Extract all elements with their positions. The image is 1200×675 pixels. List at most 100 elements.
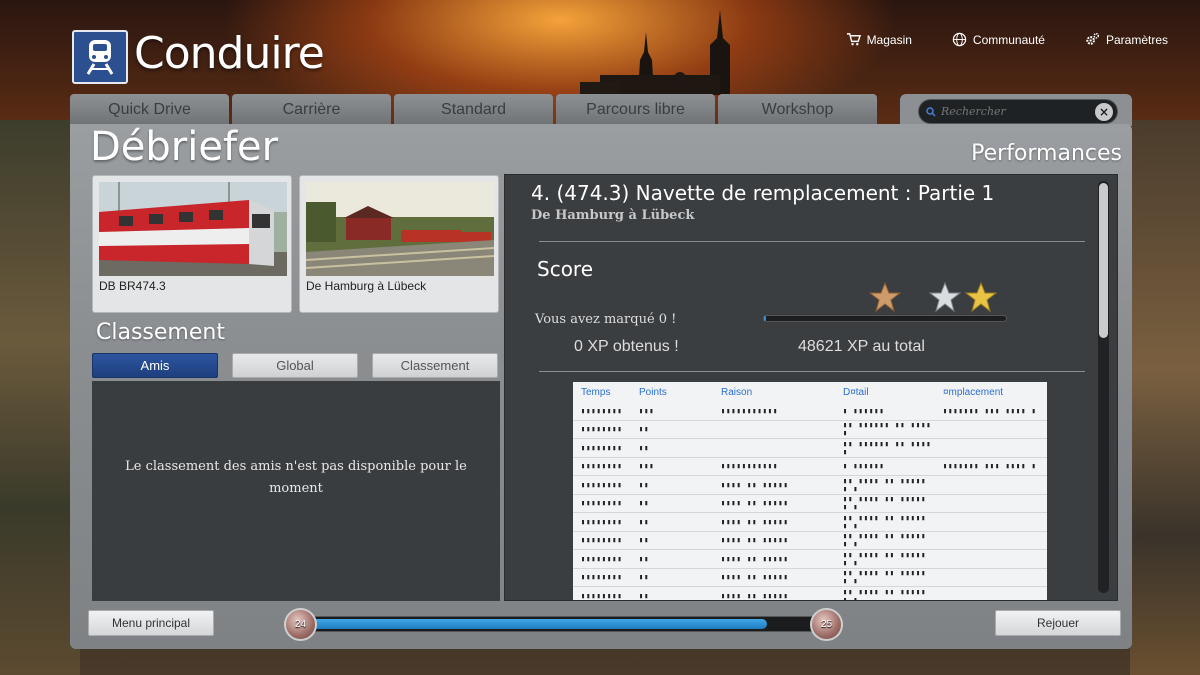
current-level-badge: 24 [284, 608, 317, 641]
cell-location: ▮▮▮▮▮▮▮ ▮▮▮ ▮▮▮▮ ▮ [943, 406, 1037, 415]
cell-detail: ▮▮ ▮▮▮▮ ▮▮ ▮▮▮▮▮ ▮ ▮ [843, 476, 927, 493]
cell-time: ▮▮▮▮▮▮▮▮ [581, 480, 623, 489]
cell-detail: ▮▮ ▮▮▮▮ ▮▮ ▮▮▮▮▮ ▮ ▮ [843, 513, 927, 530]
next-level-badge: 25 [810, 608, 843, 641]
col-location: ¤mplacement [943, 386, 1004, 398]
cell-detail: ▮▮ ▮▮▮▮▮▮ ▮▮ ▮▮▮▮ ▮ [843, 439, 932, 456]
table-row: ▮▮▮▮▮▮▮▮ ▮▮ ▮▮▮▮ ▮▮ ▮▮▮▮▮ ▮▮ ▮▮▮▮ ▮▮ ▮▮▮▮▮ … [573, 476, 1047, 495]
performance-panel: 4. (474.3) Navette de remplacement : Par… [504, 174, 1118, 601]
gold-star-icon [965, 281, 997, 313]
silver-star-icon [929, 281, 961, 313]
app-logo [72, 30, 128, 84]
cell-points: ▮▮▮ [639, 462, 655, 471]
settings-link-label: Paramètres [1105, 32, 1168, 47]
search-icon [926, 106, 936, 117]
cell-points: ▮▮▮ [639, 406, 655, 415]
cell-reason: ▮▮▮▮▮▮▮▮▮▮▮ [721, 462, 779, 471]
cell-time: ▮▮▮▮▮▮▮▮ [581, 536, 623, 545]
table-row: ▮▮▮▮▮▮▮▮ ▮▮ ▮▮ ▮▮▮▮▮▮ ▮▮ ▮▮▮▮ ▮ [573, 439, 1047, 458]
score-heading: Score [537, 257, 594, 281]
score-progress-bar [763, 315, 1007, 322]
table-row: ▮▮▮▮▮▮▮▮ ▮▮ ▮▮▮▮ ▮▮ ▮▮▮▮▮ ▮▮ ▮▮▮▮ ▮▮ ▮▮▮▮▮ … [573, 587, 1047, 601]
score-text: Vous avez marqué 0 ! [535, 312, 677, 327]
cell-time: ▮▮▮▮▮▮▮▮ [581, 406, 623, 415]
col-detail: D¤tail [843, 386, 869, 398]
search-input[interactable] [941, 105, 1091, 118]
cell-points: ▮▮ [639, 536, 650, 545]
table-row: ▮▮▮▮▮▮▮▮ ▮▮ ▮▮ ▮▮▮▮▮▮ ▮▮ ▮▮▮▮ ▮ [573, 421, 1047, 439]
settings-link[interactable]: Paramètres [1085, 32, 1168, 47]
events-table-body: ▮▮▮▮▮▮▮▮ ▮▮▮ ▮▮▮▮▮▮▮▮▮▮▮ ▮ ▮▮▮▮▮▮ ▮▮▮▮▮▮▮ ▮▮… [573, 402, 1047, 601]
background-blur-left [0, 120, 80, 675]
events-table-header: Temps Points Raison D¤tail ¤mplacement [573, 382, 1047, 402]
table-row: ▮▮▮▮▮▮▮▮ ▮▮ ▮▮▮▮ ▮▮ ▮▮▮▮▮ ▮▮ ▮▮▮▮ ▮▮ ▮▮▮▮▮ … [573, 532, 1047, 550]
table-row: ▮▮▮▮▮▮▮▮ ▮▮ ▮▮▮▮ ▮▮ ▮▮▮▮▮ ▮▮ ▮▮▮▮ ▮▮ ▮▮▮▮▮ … [573, 495, 1047, 513]
tab-quick-drive[interactable]: Quick Drive [70, 94, 229, 126]
route-card-caption: De Hamburg à Lübeck [306, 279, 427, 293]
tab-standard[interactable]: Standard [394, 94, 553, 126]
divider [539, 241, 1085, 242]
route-card[interactable]: De Hamburg à Lübeck [299, 175, 499, 313]
table-row: ▮▮▮▮▮▮▮▮ ▮▮▮ ▮▮▮▮▮▮▮▮▮▮▮ ▮ ▮▮▮▮▮▮ ▮▮▮▮▮▮▮ ▮▮… [573, 458, 1047, 476]
table-row: ▮▮▮▮▮▮▮▮ ▮▮ ▮▮▮▮ ▮▮ ▮▮▮▮▮ ▮▮ ▮▮▮▮ ▮▮ ▮▮▮▮▮ … [573, 569, 1047, 587]
cell-detail: ▮▮ ▮▮▮▮ ▮▮ ▮▮▮▮▮ ▮ ▮ [843, 587, 927, 601]
cell-detail: ▮ ▮▮▮▮▮▮ [843, 462, 885, 471]
tab-career[interactable]: Carrière [232, 94, 391, 126]
cell-reason: ▮▮▮▮ ▮▮ ▮▮▮▮▮ [721, 591, 789, 600]
scenario-title: 4. (474.3) Navette de remplacement : Par… [531, 181, 995, 205]
cell-points: ▮▮ [639, 517, 650, 526]
xp-gained: 0 XP obtenus ! [574, 338, 679, 355]
app-title: Conduire [134, 28, 325, 79]
tab-free-roam[interactable]: Parcours libre [556, 94, 715, 126]
community-link[interactable]: Communauté [952, 32, 1045, 47]
level-progress-fill [297, 619, 767, 629]
main-menu-button[interactable]: Menu principal [88, 610, 214, 636]
tab-friends[interactable]: Amis [92, 353, 218, 378]
replay-button[interactable]: Rejouer [995, 610, 1121, 636]
table-row: ▮▮▮▮▮▮▮▮ ▮▮ ▮▮▮▮ ▮▮ ▮▮▮▮▮ ▮▮ ▮▮▮▮ ▮▮ ▮▮▮▮▮ … [573, 513, 1047, 532]
leaderboard-message: Le classement des amis n'est pas disponi… [125, 459, 467, 496]
train-card-caption: DB BR474.3 [99, 279, 166, 293]
tab-ranking[interactable]: Classement [372, 353, 498, 378]
cell-time: ▮▮▮▮▮▮▮▮ [581, 573, 623, 582]
cell-time: ▮▮▮▮▮▮▮▮ [581, 425, 623, 434]
gear-icon [1086, 32, 1100, 45]
cell-reason: ▮▮▮▮ ▮▮ ▮▮▮▮▮ [721, 517, 789, 526]
cell-points: ▮▮ [639, 499, 650, 508]
cell-time: ▮▮▮▮▮▮▮▮ [581, 517, 623, 526]
cell-time: ▮▮▮▮▮▮▮▮ [581, 554, 623, 563]
divider [539, 371, 1085, 372]
cell-location: ▮▮▮▮▮▮▮ ▮▮▮ ▮▮▮▮ ▮ [943, 462, 1037, 471]
cell-points: ▮▮ [639, 554, 650, 563]
cell-detail: ▮▮ ▮▮▮▮ ▮▮ ▮▮▮▮▮ ▮ ▮ [843, 495, 927, 512]
col-time: Temps [581, 386, 611, 398]
community-link-label: Communauté [972, 32, 1045, 47]
cell-reason: ▮▮▮▮ ▮▮ ▮▮▮▮▮ [721, 573, 789, 582]
col-reason: Raison [721, 386, 753, 398]
cell-detail: ▮▮ ▮▮▮▮▮▮ ▮▮ ▮▮▮▮ ▮ [843, 421, 932, 438]
train-thumbnail [99, 182, 287, 276]
tab-workshop[interactable]: Workshop [718, 94, 877, 126]
store-link[interactable]: Magasin [846, 32, 912, 47]
cell-points: ▮▮ [639, 480, 650, 489]
cell-reason: ▮▮▮▮ ▮▮ ▮▮▮▮▮ [721, 480, 789, 489]
clear-search-icon[interactable]: × [1095, 103, 1113, 121]
level-progress-bar [296, 616, 832, 632]
cell-reason: ▮▮▮▮ ▮▮ ▮▮▮▮▮ [721, 554, 789, 563]
performance-scrollbar[interactable] [1098, 181, 1109, 593]
tab-global[interactable]: Global [232, 353, 358, 378]
train-card[interactable]: DB BR474.3 [92, 175, 292, 313]
cell-time: ▮▮▮▮▮▮▮▮ [581, 499, 623, 508]
search-box: × [918, 99, 1118, 124]
cell-detail: ▮▮ ▮▮▮▮ ▮▮ ▮▮▮▮▮ ▮ ▮ [843, 569, 927, 586]
skyline-illustration [580, 10, 730, 95]
cell-detail: ▮▮ ▮▮▮▮ ▮▮ ▮▮▮▮▮ ▮ ▮ [843, 550, 927, 567]
bronze-star-icon [869, 281, 901, 313]
background-blur-right [1130, 120, 1200, 675]
scrollbar-thumb[interactable] [1099, 183, 1108, 338]
cell-points: ▮▮ [639, 425, 650, 434]
col-points: Points [639, 386, 667, 398]
events-table: Temps Points Raison D¤tail ¤mplacement ▮… [573, 382, 1047, 601]
table-row: ▮▮▮▮▮▮▮▮ ▮▮▮ ▮▮▮▮▮▮▮▮▮▮▮ ▮ ▮▮▮▮▮▮ ▮▮▮▮▮▮▮ ▮▮… [573, 402, 1047, 421]
cell-detail: ▮ ▮▮▮▮▮▮ [843, 406, 885, 415]
